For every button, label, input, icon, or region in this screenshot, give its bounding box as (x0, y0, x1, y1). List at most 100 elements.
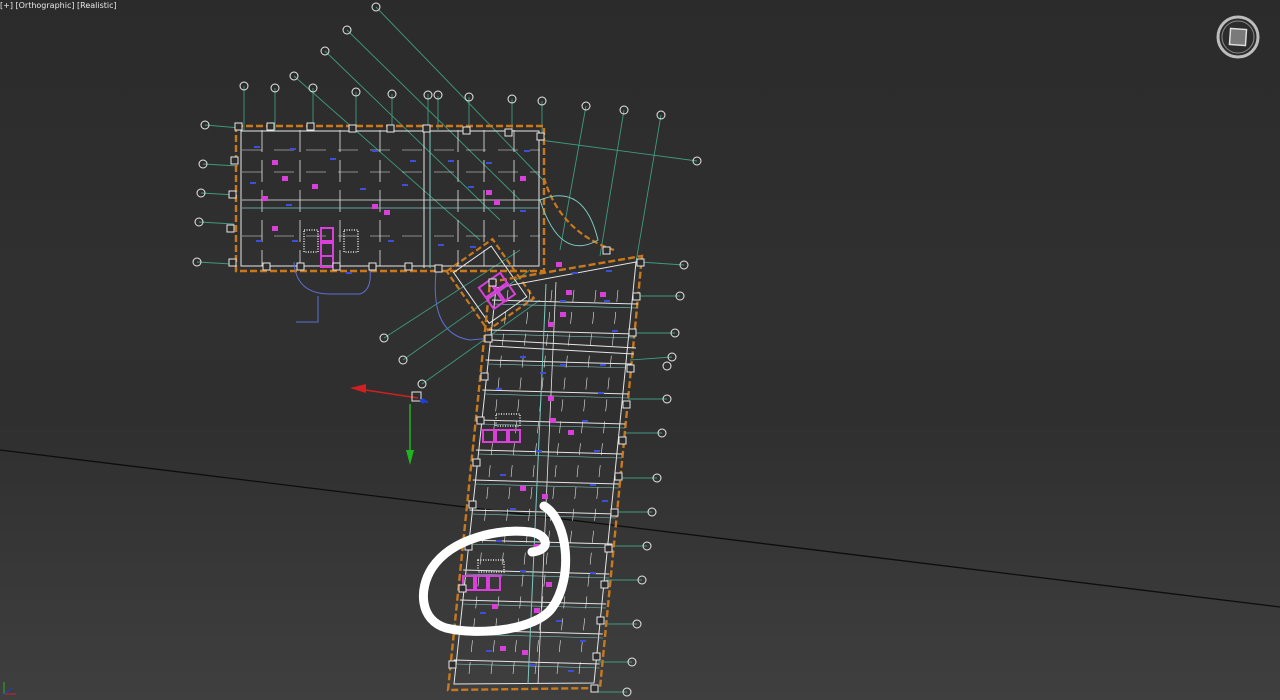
room-wall-8 (466, 539, 613, 545)
column-14 (296, 262, 305, 271)
corridor-line-5 (491, 339, 637, 349)
grid-bubble-27 (662, 361, 672, 371)
column-25 (618, 436, 627, 445)
room-tag-11 (402, 184, 408, 186)
column-29 (600, 580, 609, 589)
grid-line-26 (629, 356, 673, 361)
bottom-leader (296, 296, 319, 323)
column-26 (614, 472, 623, 481)
column-11 (226, 224, 235, 233)
elevator-fixture-low (462, 575, 501, 591)
room-tag-45 (486, 650, 492, 652)
column-17 (404, 262, 413, 271)
viewcube-icon[interactable] (1214, 13, 1262, 61)
top-wing-outline (234, 124, 546, 273)
column-8 (536, 132, 545, 141)
room-tag-35 (590, 484, 596, 486)
grid-line-13 (198, 221, 235, 225)
room-tag-40 (520, 570, 526, 572)
column-19 (602, 246, 611, 255)
room-tag-44 (580, 640, 586, 642)
markup-annotation-circle (418, 501, 571, 636)
column-2 (306, 122, 315, 131)
corridor-line-6 (489, 345, 635, 355)
room-wall-b-0 (493, 303, 639, 309)
column-37 (472, 458, 481, 467)
room-tag-26 (560, 364, 566, 366)
grid-line-15 (375, 6, 546, 183)
fixture-21 (546, 582, 552, 587)
room-tag-5 (448, 160, 454, 162)
fixture-2 (312, 184, 318, 189)
room-tag-0 (254, 146, 260, 148)
grid-lines (196, 6, 698, 693)
room-tag-17 (388, 240, 394, 242)
room-tag-21 (606, 270, 612, 272)
room-tag-18 (438, 244, 444, 246)
column-22 (628, 328, 637, 337)
column-3 (348, 124, 357, 133)
fixture-25 (534, 608, 540, 613)
fixture-19 (542, 494, 548, 499)
room-tag-3 (372, 150, 378, 152)
stair-fixture-1 (320, 227, 334, 268)
room-tag-24 (612, 330, 618, 332)
column-24 (622, 400, 631, 409)
fixture-7 (520, 176, 526, 181)
scene-canvas[interactable] (0, 0, 1280, 700)
grid-line-21 (635, 114, 662, 263)
room-tag-6 (486, 162, 492, 164)
fixture-0 (272, 160, 278, 165)
fixture-13 (548, 322, 554, 327)
corner-curve (542, 177, 615, 252)
column-32 (590, 684, 599, 693)
room-partition-0 (467, 289, 509, 685)
grid-line-14 (196, 261, 233, 265)
grid-line-16 (346, 29, 521, 201)
lower-wing-outline (446, 254, 644, 692)
room-tag-29 (540, 372, 546, 374)
grid-line-18 (293, 75, 481, 241)
room-tag-2 (330, 158, 336, 160)
column-7 (504, 128, 513, 137)
fixture-12 (600, 292, 606, 297)
floor-plan-building[interactable] (226, 122, 645, 693)
column-42 (448, 660, 457, 669)
room-wall-7 (469, 509, 616, 515)
room-wall-b-3 (484, 393, 629, 399)
fixture-6 (494, 200, 500, 205)
column-21 (632, 292, 641, 301)
room-wall-2 (485, 359, 632, 365)
room-tag-9 (286, 204, 292, 206)
room-tag-8 (250, 182, 256, 184)
fixture-5 (486, 190, 492, 195)
room-tag-14 (256, 240, 262, 242)
column-33 (488, 278, 497, 287)
top-wing-inner (240, 130, 540, 267)
room-tag-13 (520, 210, 526, 212)
fixture-14 (560, 312, 566, 317)
room-tag-30 (598, 392, 604, 394)
room-wall-3 (482, 389, 629, 395)
column-36 (476, 416, 485, 425)
room-wall-b-7 (471, 513, 616, 519)
room-tag-33 (594, 450, 600, 452)
room-tag-7 (524, 150, 530, 152)
room-wall-10 (459, 599, 607, 605)
column-1 (266, 122, 275, 131)
room-tag-47 (568, 670, 574, 672)
room-tag-16 (346, 272, 352, 274)
grid-bubbles (192, 2, 702, 697)
world-axis-icon (3, 682, 16, 695)
fixture-3 (372, 204, 378, 209)
column-27 (610, 508, 619, 517)
fixture-10 (556, 262, 562, 267)
column-35 (480, 372, 489, 381)
room-tag-10 (360, 188, 366, 190)
room-wall-6 (472, 479, 619, 485)
column-9 (230, 156, 239, 165)
column-12 (228, 258, 237, 267)
transform-gizmo-icon[interactable] (350, 384, 429, 465)
room-tag-28 (496, 388, 502, 390)
viewport-perspective[interactable]: [+] [Orthographic] [Realistic] (0, 0, 1280, 700)
